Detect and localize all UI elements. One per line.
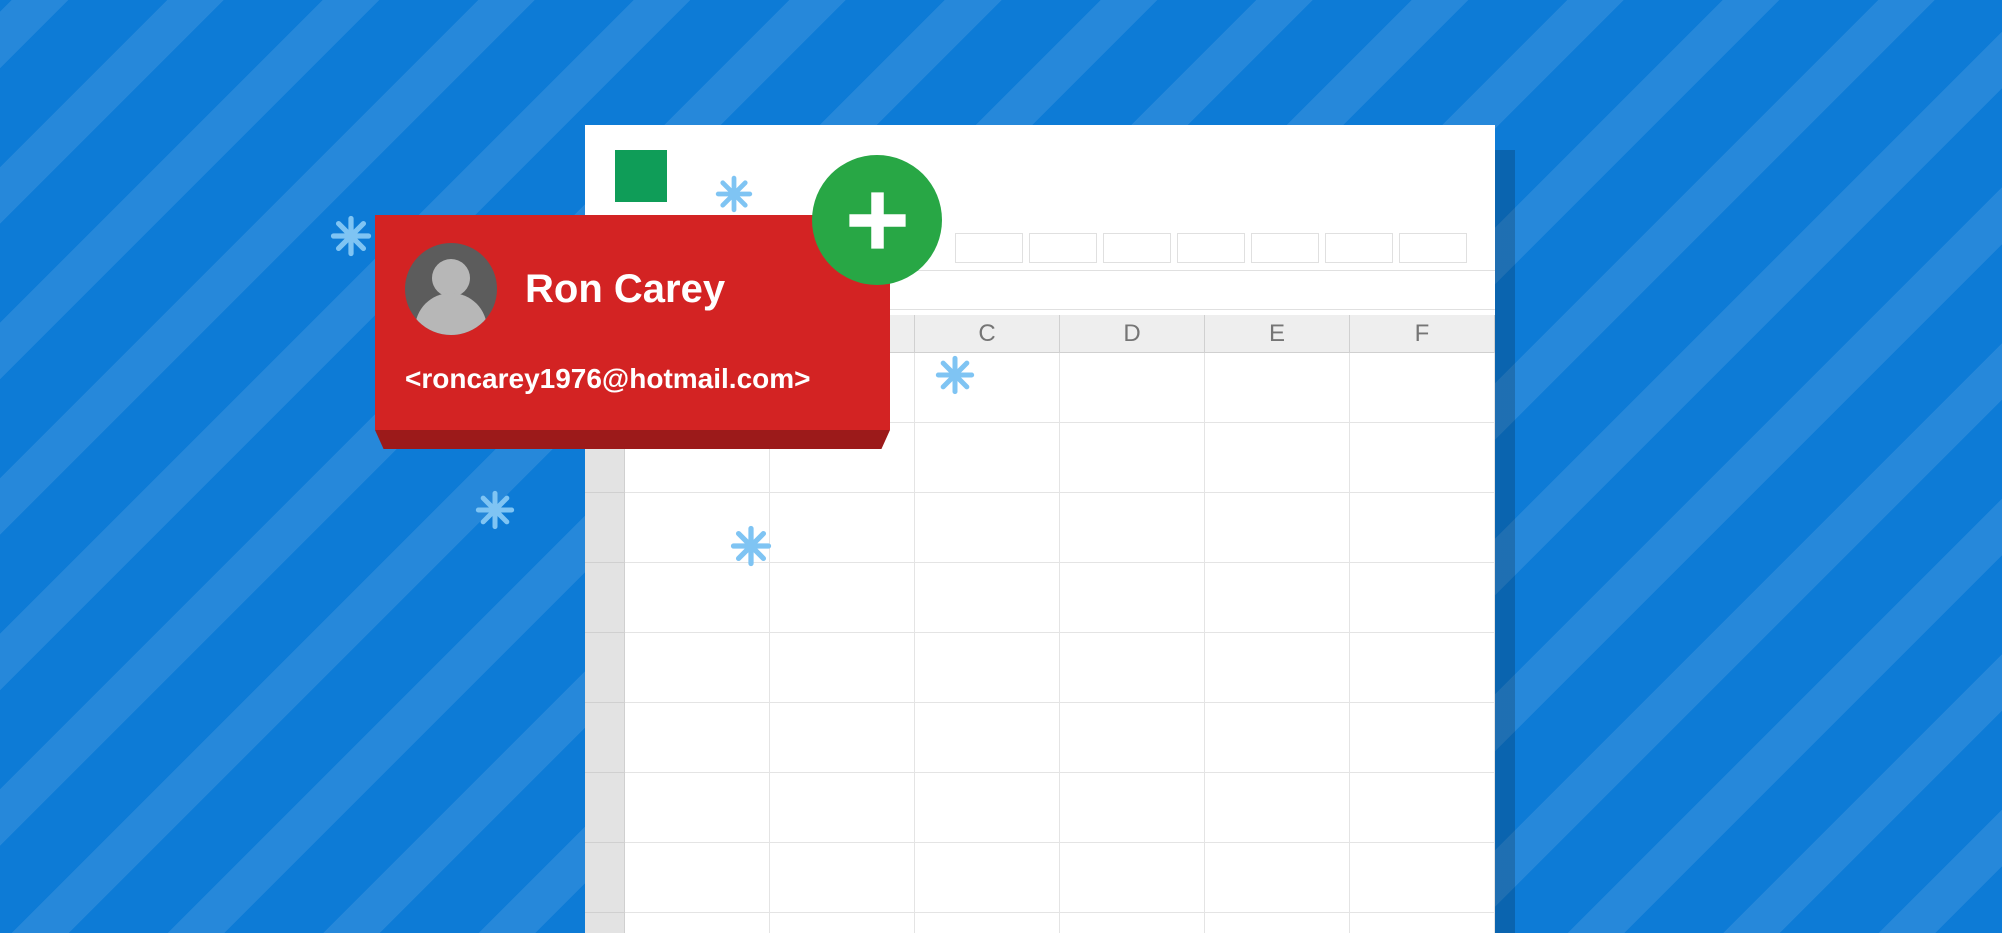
cell[interactable]: [1205, 493, 1350, 563]
asterisk-icon: [330, 215, 372, 257]
cell[interactable]: [915, 913, 1060, 933]
cell[interactable]: [915, 493, 1060, 563]
row-header[interactable]: [585, 493, 625, 563]
cell[interactable]: [915, 843, 1060, 913]
cell[interactable]: [625, 773, 770, 843]
contact-card[interactable]: Ron Carey <roncarey1976@hotmail.com>: [375, 215, 890, 430]
column-header[interactable]: F: [1350, 315, 1495, 353]
cell[interactable]: [770, 703, 915, 773]
cell[interactable]: [625, 563, 770, 633]
table-row: [585, 703, 1495, 773]
toolbar-button[interactable]: [1399, 233, 1467, 263]
row-header[interactable]: [585, 913, 625, 933]
cell[interactable]: [770, 493, 915, 563]
cell[interactable]: [915, 773, 1060, 843]
asterisk-icon: [715, 175, 753, 213]
add-contact-button[interactable]: [812, 155, 942, 285]
card-shadow-bottom: [375, 430, 890, 449]
table-row: [585, 633, 1495, 703]
cell[interactable]: [1350, 353, 1495, 423]
cell[interactable]: [1205, 563, 1350, 633]
column-header[interactable]: E: [1205, 315, 1350, 353]
toolbar-button[interactable]: [955, 233, 1023, 263]
asterisk-icon: [730, 525, 772, 567]
row-header[interactable]: [585, 843, 625, 913]
contact-email: <roncarey1976@hotmail.com>: [405, 363, 811, 395]
toolbar-button[interactable]: [1251, 233, 1319, 263]
asterisk-icon: [935, 355, 975, 395]
contact-name: Ron Carey: [525, 267, 725, 312]
cell[interactable]: [915, 563, 1060, 633]
cell[interactable]: [1350, 843, 1495, 913]
cell[interactable]: [1060, 353, 1205, 423]
cell[interactable]: [1205, 353, 1350, 423]
row-header[interactable]: [585, 773, 625, 843]
row-header[interactable]: [585, 703, 625, 773]
cell[interactable]: [770, 773, 915, 843]
cell[interactable]: [1350, 913, 1495, 933]
table-row: [585, 773, 1495, 843]
toolbar-button[interactable]: [1177, 233, 1245, 263]
toolbar-button[interactable]: [1029, 233, 1097, 263]
cell[interactable]: [1205, 633, 1350, 703]
cell[interactable]: [625, 633, 770, 703]
cell[interactable]: [770, 913, 915, 933]
cell[interactable]: [1350, 493, 1495, 563]
sheets-logo-icon: [615, 150, 667, 202]
cell[interactable]: [915, 703, 1060, 773]
cell[interactable]: [1350, 703, 1495, 773]
column-header[interactable]: C: [915, 315, 1060, 353]
table-row: [585, 563, 1495, 633]
cell[interactable]: [1060, 913, 1205, 933]
cell[interactable]: [1060, 773, 1205, 843]
toolbar: [955, 233, 1467, 263]
cell[interactable]: [1350, 773, 1495, 843]
cell[interactable]: [1060, 493, 1205, 563]
cell[interactable]: [1205, 423, 1350, 493]
avatar-icon: [405, 243, 497, 335]
toolbar-button[interactable]: [1103, 233, 1171, 263]
cell[interactable]: [915, 423, 1060, 493]
row-header[interactable]: [585, 633, 625, 703]
cell[interactable]: [1350, 563, 1495, 633]
cell[interactable]: [770, 843, 915, 913]
row-header[interactable]: [585, 563, 625, 633]
cell[interactable]: [915, 633, 1060, 703]
cell[interactable]: [1350, 423, 1495, 493]
column-header[interactable]: D: [1060, 315, 1205, 353]
asterisk-icon: [475, 490, 515, 530]
plus-icon: [840, 183, 915, 258]
cell[interactable]: [1205, 773, 1350, 843]
cell[interactable]: [770, 633, 915, 703]
cell[interactable]: [1060, 563, 1205, 633]
cell[interactable]: [625, 843, 770, 913]
cell[interactable]: [625, 913, 770, 933]
cell[interactable]: [625, 703, 770, 773]
cell[interactable]: [1060, 843, 1205, 913]
table-row: [585, 843, 1495, 913]
table-row: [585, 493, 1495, 563]
illustration-stage: A B C D E F Ron Carey <roncarey1976@hotm…: [0, 0, 2002, 933]
cell[interactable]: [1350, 633, 1495, 703]
cell[interactable]: [1060, 633, 1205, 703]
cell[interactable]: [770, 563, 915, 633]
table-row: [585, 913, 1495, 933]
cell[interactable]: [1205, 703, 1350, 773]
cell[interactable]: [1060, 703, 1205, 773]
cell[interactable]: [1205, 843, 1350, 913]
cell[interactable]: [1060, 423, 1205, 493]
toolbar-button[interactable]: [1325, 233, 1393, 263]
cell[interactable]: [1205, 913, 1350, 933]
